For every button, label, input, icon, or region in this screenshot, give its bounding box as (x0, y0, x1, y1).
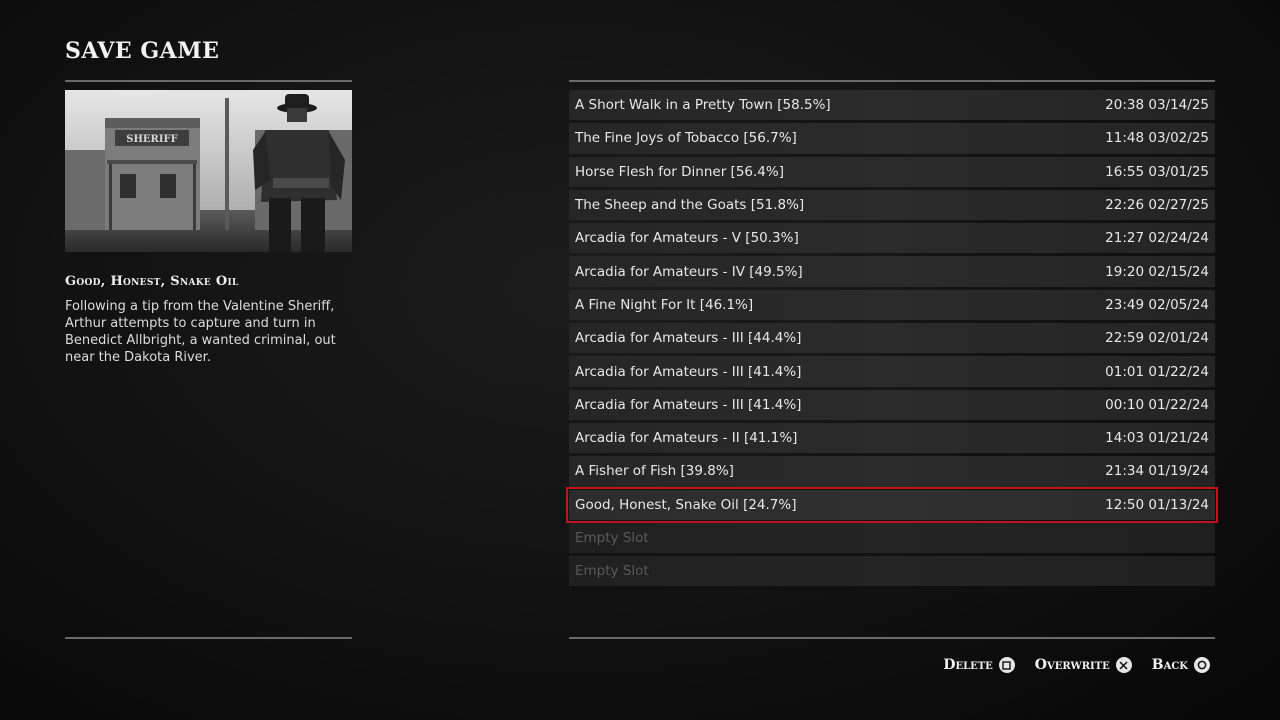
overwrite-button[interactable]: Overwrite (1035, 657, 1132, 673)
save-slot-datetime: 23:49 02/05/24 (1105, 296, 1209, 313)
save-slot[interactable]: A Fisher of Fish [39.8%] 21:34 01/19/24 (569, 456, 1215, 487)
divider (569, 637, 1215, 639)
save-slot-name: Arcadia for Amateurs - IV [49.5%] (575, 263, 803, 280)
save-slot[interactable]: Arcadia for Amateurs - III [41.4%] 00:10 … (569, 389, 1215, 420)
save-slot-datetime: 12:50 01/13/24 (1105, 496, 1209, 513)
save-slot[interactable]: Arcadia for Amateurs - II [41.1%] 14:03 0… (569, 422, 1215, 454)
mission-preview-image: SHERIFF (65, 90, 352, 252)
save-slot-name: Arcadia for Amateurs - III [41.4%] (575, 363, 802, 380)
save-slot-list: A Short Walk in a Pretty Town [58.5%] 20:… (566, 90, 1218, 589)
save-slot-name: Empty Slot (575, 530, 649, 546)
save-slot-name: Horse Flesh for Dinner [56.4%] (575, 163, 784, 180)
save-slot-name: The Sheep and the Goats [51.8%] (575, 197, 805, 214)
save-slot[interactable]: The Sheep and the Goats [51.8%] 22:26 02/… (569, 189, 1215, 221)
save-slot[interactable]: A Short Walk in a Pretty Town [58.5%] 20:… (569, 90, 1215, 121)
save-slot[interactable]: Horse Flesh for Dinner [56.4%] 16:55 03/0… (569, 156, 1215, 187)
save-slot-datetime: 11:48 03/02/25 (1105, 130, 1209, 147)
mission-description: Following a tip from the Valentine Sheri… (65, 299, 336, 365)
circle-button-icon (1194, 657, 1210, 673)
divider (65, 637, 352, 639)
save-slot-datetime: 14:03 01/21/24 (1105, 430, 1209, 447)
save-slot-name: Good, Honest, Snake Oil [24.7%] (575, 496, 797, 513)
save-slot-name: Arcadia for Amateurs - III [44.4%] (575, 330, 802, 347)
save-slot-name: Arcadia for Amateurs - II [41.1%] (575, 430, 798, 447)
save-slot-name: A Fisher of Fish [39.8%] (575, 463, 734, 480)
empty-save-slot[interactable]: Empty Slot (569, 556, 1215, 587)
cross-button-icon (1115, 657, 1132, 673)
save-slot[interactable]: Arcadia for Amateurs - V [50.3%] 21:27 02… (569, 223, 1215, 254)
mission-title: Good, Honest, Snake Oil (65, 274, 239, 289)
save-slot[interactable]: Arcadia for Amateurs - IV [49.5%] 19:20 0… (569, 256, 1215, 287)
save-slot-name: Arcadia for Amateurs - V [50.3%] (575, 230, 799, 247)
save-slot[interactable]: A Fine Night For It [46.1%] 23:49 02/05/2… (569, 289, 1215, 321)
save-slot[interactable]: Arcadia for Amateurs - III [44.4%] 22:59 … (569, 323, 1215, 354)
button-prompts: Delete Overwrite Back (943, 657, 1210, 673)
save-slot[interactable]: The Fine Joys of Tobacco [56.7%] 11:48 03… (569, 123, 1215, 154)
sheriff-sign-text: SHERIFF (126, 134, 177, 145)
save-slot[interactable]: Good, Honest, Snake Oil [24.7%] 12:50 01/… (566, 486, 1218, 523)
save-slot-datetime: 21:34 01/19/24 (1105, 463, 1209, 480)
back-button[interactable]: Back (1152, 657, 1210, 673)
divider (65, 80, 352, 82)
overwrite-label: Overwrite (1034, 657, 1110, 673)
save-slot-datetime: 19:20 02/15/24 (1105, 263, 1209, 280)
save-slot-name: Empty Slot (575, 563, 649, 580)
save-slot-name: The Fine Joys of Tobacco [56.7%] (575, 130, 797, 147)
delete-label: Delete (943, 657, 993, 673)
save-slot-name: A Fine Night For It [46.1%] (575, 296, 754, 313)
square-button-icon (998, 657, 1015, 673)
save-slot-datetime: 22:59 02/01/24 (1105, 330, 1209, 347)
empty-save-slot[interactable]: Empty Slot (569, 522, 1215, 554)
back-label: Back (1151, 657, 1188, 673)
save-slot-name: A Short Walk in a Pretty Town [58.5%] (575, 97, 831, 114)
save-slot-datetime: 20:38 03/14/25 (1105, 97, 1209, 114)
save-slot-datetime: 01:01 01/22/24 (1105, 363, 1209, 380)
save-slot-datetime: 16:55 03/01/25 (1105, 163, 1209, 180)
delete-button[interactable]: Delete (943, 657, 1015, 673)
save-slot-datetime: 21:27 02/24/24 (1105, 230, 1209, 247)
divider (569, 80, 1215, 82)
save-slot-datetime: 00:10 01/22/24 (1105, 396, 1209, 413)
save-slot[interactable]: Arcadia for Amateurs - III [41.4%] 01:01 … (569, 356, 1215, 387)
page-title: SAVE GAME (65, 38, 220, 64)
save-slot-datetime: 22:26 02/27/25 (1105, 197, 1209, 214)
save-slot-name: Arcadia for Amateurs - III [41.4%] (575, 396, 802, 413)
